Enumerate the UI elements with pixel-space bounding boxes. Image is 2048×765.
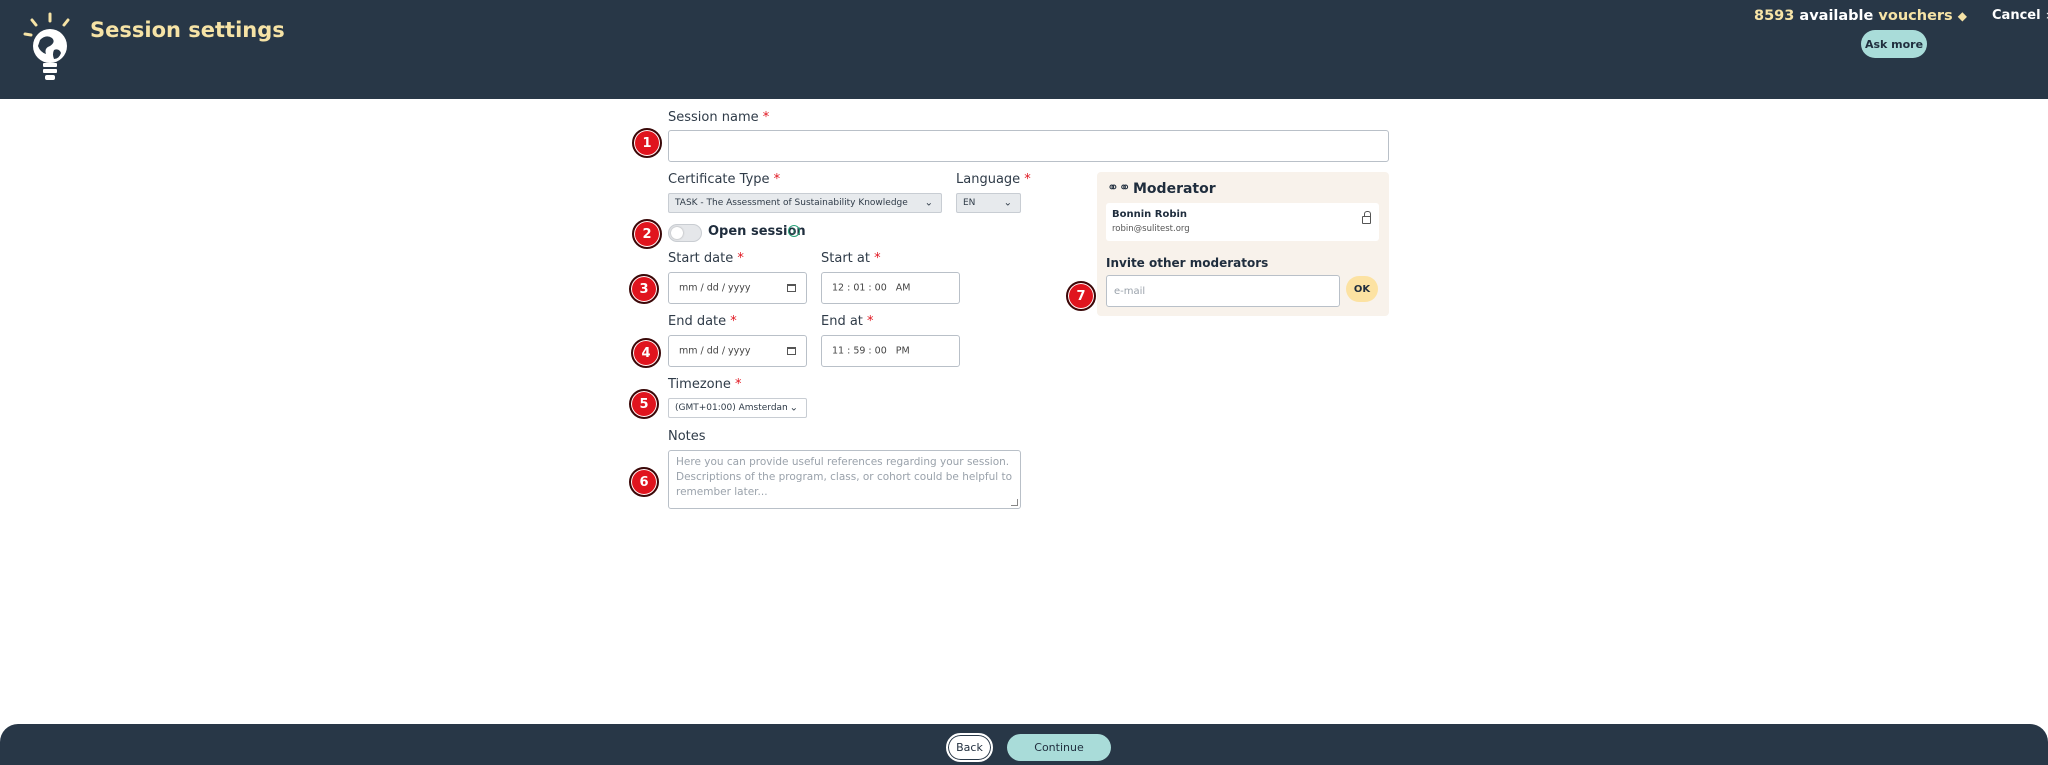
- step-badge-6: 6: [629, 467, 659, 497]
- chevron-down-icon: ⌄: [789, 402, 798, 414]
- moderator-panel: ⚭⚭ Moderator Bonnin Robin robin@sulitest…: [1097, 172, 1389, 316]
- end-at-input[interactable]: 11 : 59 : 00 PM: [821, 335, 960, 367]
- invite-email-input[interactable]: e-mail: [1106, 275, 1340, 307]
- invite-ok-button[interactable]: OK: [1346, 276, 1378, 302]
- continue-button[interactable]: Continue: [1007, 734, 1111, 761]
- chevron-down-icon: ⌄: [1003, 197, 1012, 209]
- step-badge-4: 4: [631, 338, 661, 368]
- moderator-title: Moderator: [1133, 181, 1216, 197]
- calendar-icon[interactable]: [787, 284, 796, 292]
- start-at-label: Start at *: [821, 251, 881, 266]
- cancel-button[interactable]: Cancel ×: [1992, 8, 2048, 23]
- moderator-name: Bonnin Robin: [1112, 209, 1188, 220]
- notes-label: Notes: [668, 429, 706, 444]
- calendar-icon[interactable]: [787, 347, 796, 355]
- start-date-label: Start date *: [668, 251, 744, 266]
- header-bar: Session settings 8593 available vouchers…: [0, 0, 2048, 99]
- invite-moderators-label: Invite other moderators: [1106, 256, 1269, 270]
- step-badge-2: 2: [632, 219, 662, 249]
- lock-icon: [1362, 211, 1371, 224]
- ask-more-button[interactable]: Ask more: [1861, 30, 1927, 58]
- session-name-label: Session name *: [668, 110, 770, 125]
- step-badge-7: 7: [1066, 281, 1096, 311]
- timezone-label: Timezone *: [668, 377, 742, 392]
- step-badge-3: 3: [629, 274, 659, 304]
- notes-textarea[interactable]: Here you can provide useful references r…: [668, 450, 1021, 509]
- certificate-type-label: Certificate Type *: [668, 172, 781, 187]
- step-badge-5: 5: [629, 389, 659, 419]
- language-select[interactable]: EN ⌄: [956, 193, 1021, 213]
- end-date-label: End date *: [668, 314, 737, 329]
- resize-handle[interactable]: [1011, 499, 1018, 506]
- chevron-down-icon: ⌄: [924, 197, 933, 209]
- start-at-input[interactable]: 12 : 01 : 00 AM: [821, 272, 960, 304]
- step-badge-1: 1: [632, 128, 662, 158]
- language-label: Language *: [956, 172, 1031, 187]
- session-name-input[interactable]: [668, 130, 1389, 162]
- voucher-available-text: available: [1799, 8, 1874, 24]
- lightbulb-globe-logo: [23, 12, 70, 80]
- voucher-count: 8593 available vouchers ◆: [1754, 8, 1967, 24]
- glasses-icon: ⚭⚭: [1107, 180, 1131, 196]
- moderator-email: robin@sulitest.org: [1112, 224, 1190, 234]
- cancel-label: Cancel: [1992, 8, 2041, 23]
- back-button[interactable]: Back: [946, 733, 993, 762]
- timezone-select[interactable]: (GMT+01:00) Amsterdam, I ⌄: [668, 398, 807, 418]
- voucher-number: 8593: [1754, 8, 1795, 24]
- info-icon[interactable]: i: [788, 225, 800, 237]
- end-at-label: End at *: [821, 314, 874, 329]
- ticket-icon: ◆: [1957, 9, 1967, 23]
- certificate-type-select[interactable]: TASK - The Assessment of Sustainability …: [668, 193, 942, 213]
- start-date-input[interactable]: mm / dd / yyyy: [668, 272, 807, 304]
- open-session-toggle[interactable]: [668, 224, 702, 242]
- toggle-knob: [671, 227, 683, 239]
- end-date-input[interactable]: mm / dd / yyyy: [668, 335, 807, 367]
- moderator-card: Bonnin Robin robin@sulitest.org: [1106, 203, 1379, 241]
- page-title: Session settings: [90, 18, 285, 42]
- voucher-word: vouchers: [1878, 8, 1953, 24]
